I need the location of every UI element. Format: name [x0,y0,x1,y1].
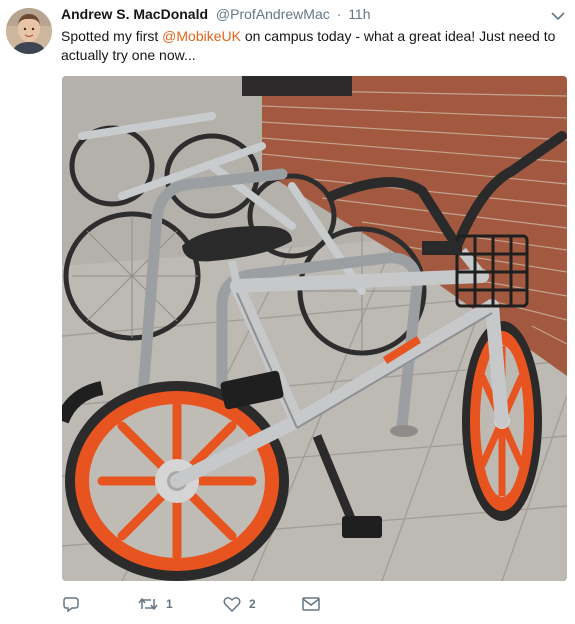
avatar-photo [6,8,52,54]
bike-photo-illustration [62,76,567,581]
message-button[interactable] [302,593,320,615]
author-handle[interactable]: @ProfAndrewMac [216,6,330,22]
tweet-header: Andrew S. MacDonald @ProfAndrewMac · 11h [61,6,371,24]
tweet-actions: 1 2 [62,593,362,615]
retweet-button[interactable]: 1 [138,593,173,615]
author-name[interactable]: Andrew S. MacDonald [61,6,208,22]
tweet: Andrew S. MacDonald @ProfAndrewMac · 11h… [0,0,575,624]
like-button[interactable]: 2 [223,593,256,615]
envelope-icon [302,597,320,611]
like-count: 2 [249,597,256,611]
reply-icon [63,597,79,613]
mention-link[interactable]: @MobikeUK [162,28,241,44]
chevron-down-icon[interactable] [551,8,565,21]
separator-dot: · [336,6,342,22]
avatar[interactable] [6,8,52,54]
timestamp[interactable]: 11h [348,6,370,22]
tweet-text-start: Spotted my first [61,28,163,44]
tweet-photo[interactable] [62,76,567,581]
tweet-text: Spotted my first @MobikeUK on campus tod… [61,27,561,65]
retweet-icon [138,597,158,611]
reply-button[interactable] [62,593,80,615]
retweet-count: 1 [166,597,173,611]
heart-icon [223,597,241,612]
